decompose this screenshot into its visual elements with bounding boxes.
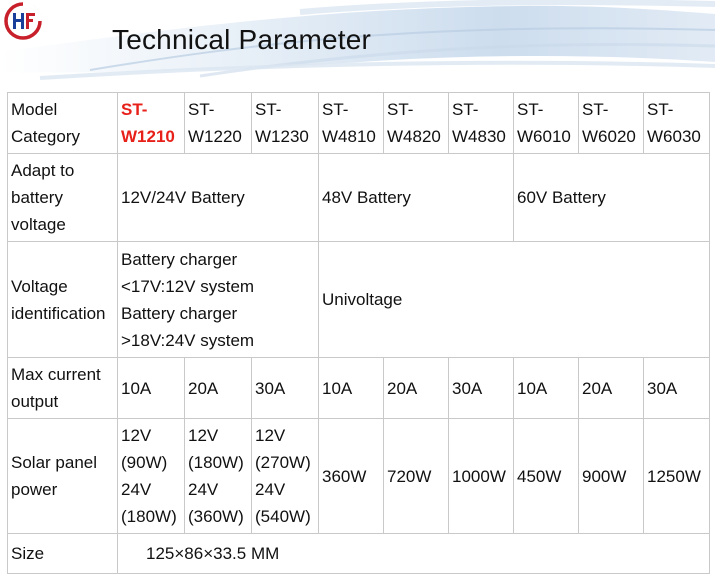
- solar-line: (270W): [255, 453, 311, 472]
- page-title: Technical Parameter: [112, 24, 372, 55]
- company-logo-icon: [4, 2, 42, 40]
- voltage-line: Battery charger: [121, 303, 238, 323]
- current-cell: 20A: [184, 357, 252, 419]
- size-value-cell: 125×86×33.5 MM: [117, 533, 710, 574]
- current-cell: 20A: [578, 357, 644, 419]
- solar-line: 12V: [121, 426, 152, 445]
- current-cell: 30A: [448, 357, 514, 419]
- solar-stacked-cell: 12V (90W) 24V (180W): [117, 418, 185, 534]
- current-cell: 20A: [383, 357, 449, 419]
- model-cell: ST-W6020: [578, 92, 644, 154]
- model-cell: ST-W4830: [448, 92, 514, 154]
- solar-line: 24V: [121, 480, 152, 499]
- voltage-system-cell: Battery charger <17V:12V system Battery …: [117, 241, 319, 358]
- solar-cell: 360W: [318, 418, 384, 534]
- battery-value-cell: 12V/24V Battery: [117, 153, 319, 242]
- solar-stacked-cell: 12V (180W) 24V (360W): [184, 418, 252, 534]
- battery-value-cell: 48V Battery: [318, 153, 514, 242]
- row-header-voltage: Voltage identification: [7, 241, 118, 358]
- solar-line: (540W): [255, 507, 311, 526]
- row-header-current: Max current output: [7, 357, 118, 419]
- model-cell: ST-W1210: [117, 92, 185, 154]
- solar-line: 12V: [255, 426, 286, 445]
- voltage-line: >18V:24V system: [121, 330, 255, 350]
- current-cell: 30A: [251, 357, 319, 419]
- row-header-solar: Solar panel power: [7, 418, 118, 534]
- current-cell: 10A: [513, 357, 579, 419]
- table-row-battery: Adapt to battery voltage 12V/24V Battery…: [7, 153, 710, 242]
- univoltage-cell: Univoltage: [318, 241, 710, 358]
- table-row-size: Size 125×86×33.5 MM: [7, 533, 710, 574]
- solar-cell: 450W: [513, 418, 579, 534]
- current-cell: 10A: [318, 357, 384, 419]
- model-cell: ST-W4820: [383, 92, 449, 154]
- table-row-model: Model Category ST-W1210 ST-W1220 ST-W123…: [7, 92, 710, 154]
- solar-line: (90W): [121, 453, 168, 472]
- row-header-battery: Adapt to battery voltage: [7, 153, 118, 242]
- voltage-line: <17V:12V system: [121, 276, 255, 296]
- solar-line: 12V: [188, 426, 219, 445]
- current-cell: 30A: [643, 357, 710, 419]
- current-cell: 10A: [117, 357, 185, 419]
- table-row-voltage: Voltage identification Battery charger <…: [7, 241, 710, 358]
- voltage-line: Battery charger: [121, 249, 238, 269]
- technical-parameter-table: Model Category ST-W1210 ST-W1220 ST-W123…: [7, 92, 710, 574]
- solar-cell: 720W: [383, 418, 449, 534]
- solar-cell: 1250W: [643, 418, 710, 534]
- solar-cell: 900W: [578, 418, 644, 534]
- model-cell: ST-W6030: [643, 92, 710, 154]
- row-header-size: Size: [7, 533, 118, 574]
- model-cell: ST-W6010: [513, 92, 579, 154]
- battery-value-cell: 60V Battery: [513, 153, 710, 242]
- table-row-current: Max current output 10A 20A 30A 10A 20A 3…: [7, 357, 710, 419]
- model-cell: ST-W4810: [318, 92, 384, 154]
- solar-line: 24V: [255, 480, 286, 499]
- solar-cell: 1000W: [448, 418, 514, 534]
- solar-line: (180W): [188, 453, 244, 472]
- solar-line: (180W): [121, 507, 177, 526]
- model-cell: ST-W1230: [251, 92, 319, 154]
- solar-line: 24V: [188, 480, 219, 499]
- row-header-model: Model Category: [7, 92, 118, 154]
- page-header: Technical Parameter: [0, 0, 715, 80]
- solar-line: (360W): [188, 507, 244, 526]
- table-row-solar: Solar panel power 12V (90W) 24V (180W) 1…: [7, 418, 710, 534]
- solar-stacked-cell: 12V (270W) 24V (540W): [251, 418, 319, 534]
- model-cell: ST-W1220: [184, 92, 252, 154]
